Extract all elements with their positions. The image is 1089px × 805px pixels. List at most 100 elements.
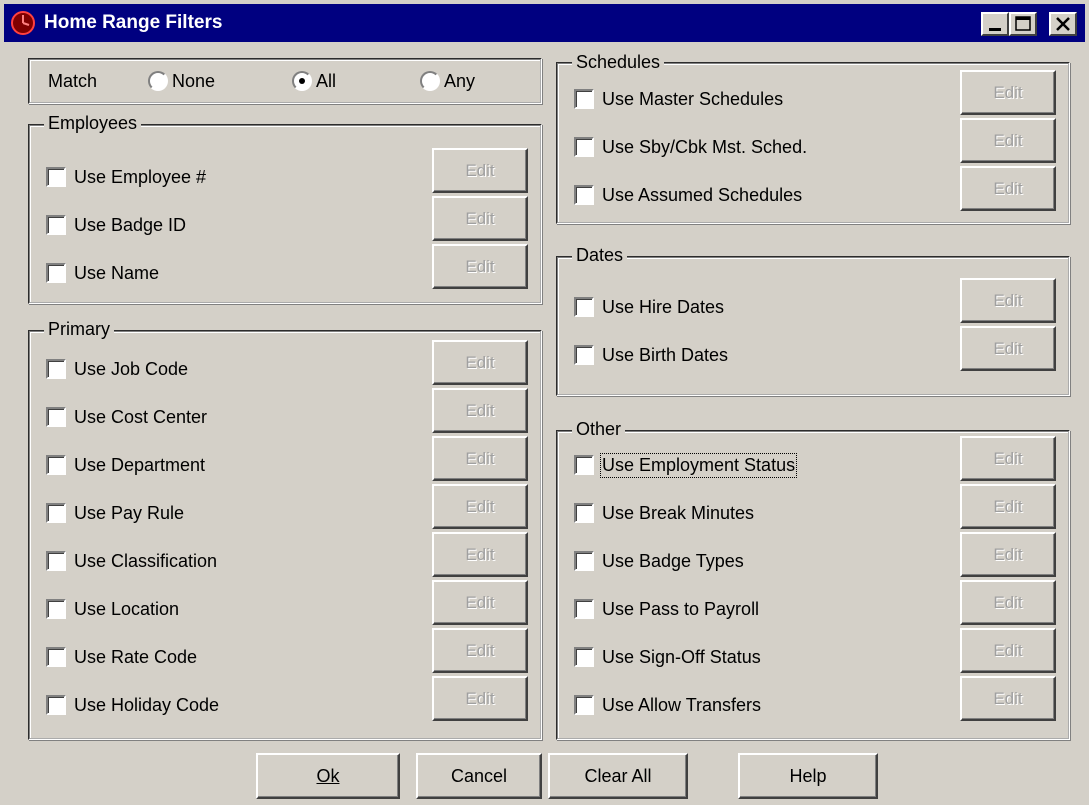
checkbox-box[interactable] — [574, 345, 594, 365]
checkbox-label: Use Pass to Payroll — [602, 598, 760, 619]
schedules-edit-button-0[interactable]: Edit — [960, 70, 1056, 115]
checkbox-box[interactable] — [46, 599, 66, 619]
checkbox-box[interactable] — [46, 215, 66, 235]
schedules-edit-button-1[interactable]: Edit — [960, 118, 1056, 163]
primary-edit-button-0[interactable]: Edit — [432, 340, 528, 385]
help-button-label: Help — [789, 765, 827, 786]
primary-checkbox-4[interactable]: Use Classification — [46, 546, 217, 576]
close-button[interactable] — [1049, 12, 1077, 36]
employees-checkbox-2[interactable]: Use Name — [46, 258, 159, 288]
other-checkbox-0[interactable]: Use Employment Status — [574, 450, 798, 480]
primary-checkbox-5[interactable]: Use Location — [46, 594, 179, 624]
checkbox-box[interactable] — [574, 137, 594, 157]
other-group: Other Use Employment Status Edit Use Break… — [556, 419, 1070, 740]
primary-edit-button-6[interactable]: Edit — [432, 628, 528, 673]
other-edit-button-2[interactable]: Edit — [960, 532, 1056, 577]
checkbox-label: Use Pay Rule — [74, 502, 185, 523]
other-checkbox-2[interactable]: Use Badge Types — [574, 546, 744, 576]
primary-checkbox-1[interactable]: Use Cost Center — [46, 402, 207, 432]
other-edit-button-1[interactable]: Edit — [960, 484, 1056, 529]
primary-edit-button-1[interactable]: Edit — [432, 388, 528, 433]
checkbox-label: Use Allow Transfers — [602, 694, 762, 715]
primary-group-title: Primary — [44, 319, 114, 340]
employees-edit-button-2[interactable]: Edit — [432, 244, 528, 289]
other-checkbox-1[interactable]: Use Break Minutes — [574, 498, 754, 528]
schedules-checkbox-0[interactable]: Use Master Schedules — [574, 84, 783, 114]
checkbox-box[interactable] — [574, 551, 594, 571]
checkbox-box[interactable] — [574, 647, 594, 667]
checkbox-label: Use Name — [74, 262, 160, 283]
checkbox-box[interactable] — [574, 89, 594, 109]
other-group-title: Other — [572, 419, 626, 440]
checkbox-box[interactable] — [574, 297, 594, 317]
clear-all-button-label: Clear All — [584, 765, 652, 786]
other-checkbox-5[interactable]: Use Allow Transfers — [574, 690, 761, 720]
checkbox-box[interactable] — [46, 455, 66, 475]
other-edit-button-4[interactable]: Edit — [960, 628, 1056, 673]
primary-edit-button-2[interactable]: Edit — [432, 436, 528, 481]
employees-group-title: Employees — [44, 113, 142, 134]
checkbox-label: Use Holiday Code — [74, 694, 220, 715]
checkbox-box[interactable] — [574, 455, 594, 475]
checkbox-box[interactable] — [574, 695, 594, 715]
checkbox-label: Use Assumed Schedules — [602, 184, 803, 205]
dates-edit-button-1[interactable]: Edit — [960, 326, 1056, 371]
checkbox-box[interactable] — [574, 185, 594, 205]
cancel-button[interactable]: Cancel — [416, 753, 542, 799]
other-checkbox-3[interactable]: Use Pass to Payroll — [574, 594, 759, 624]
checkbox-box[interactable] — [46, 503, 66, 523]
dates-checkbox-1[interactable]: Use Birth Dates — [574, 340, 728, 370]
match-none-radio[interactable]: None — [148, 66, 215, 96]
ok-button[interactable]: Ok — [256, 753, 400, 799]
checkbox-box[interactable] — [574, 599, 594, 619]
checkbox-box[interactable] — [46, 695, 66, 715]
primary-checkbox-3[interactable]: Use Pay Rule — [46, 498, 184, 528]
primary-checkbox-0[interactable]: Use Job Code — [46, 354, 188, 384]
checkbox-box[interactable] — [46, 551, 66, 571]
primary-edit-button-3[interactable]: Edit — [432, 484, 528, 529]
radio-indicator — [420, 71, 440, 91]
schedules-group-title: Schedules — [572, 52, 665, 73]
close-icon — [1056, 17, 1070, 31]
other-edit-button-0[interactable]: Edit — [960, 436, 1056, 481]
checkbox-box[interactable] — [46, 263, 66, 283]
primary-checkbox-6[interactable]: Use Rate Code — [46, 642, 197, 672]
checkbox-box[interactable] — [46, 167, 66, 187]
primary-edit-button-7[interactable]: Edit — [432, 676, 528, 721]
clear-all-button[interactable]: Clear All — [548, 753, 688, 799]
checkbox-label: Use Sign-Off Status — [602, 646, 761, 667]
schedules-checkbox-2[interactable]: Use Assumed Schedules — [574, 180, 802, 210]
primary-edit-button-5[interactable]: Edit — [432, 580, 528, 625]
match-any-radio[interactable]: Any — [420, 66, 475, 96]
radio-indicator — [148, 71, 168, 91]
other-edit-button-5[interactable]: Edit — [960, 676, 1056, 721]
employees-checkbox-0[interactable]: Use Employee # — [46, 162, 206, 192]
help-button[interactable]: Help — [738, 753, 878, 799]
maximize-button[interactable] — [1009, 12, 1037, 36]
minimize-icon — [989, 28, 1001, 31]
minimize-button[interactable] — [981, 12, 1009, 36]
employees-checkbox-1[interactable]: Use Badge ID — [46, 210, 186, 240]
other-edit-button-3[interactable]: Edit — [960, 580, 1056, 625]
dates-group: Dates Use Hire Dates Edit Use Birth Dates E… — [556, 245, 1070, 396]
schedules-checkbox-1[interactable]: Use Sby/Cbk Mst. Sched. — [574, 132, 807, 162]
employees-edit-button-1[interactable]: Edit — [432, 196, 528, 241]
checkbox-label: Use Department — [74, 454, 206, 475]
checkbox-box[interactable] — [574, 503, 594, 523]
checkbox-label: Use Badge Types — [602, 550, 744, 571]
primary-checkbox-7[interactable]: Use Holiday Code — [46, 690, 219, 720]
checkbox-box[interactable] — [46, 359, 66, 379]
match-all-radio[interactable]: All — [292, 66, 336, 96]
primary-checkbox-2[interactable]: Use Department — [46, 450, 205, 480]
employees-edit-button-0[interactable]: Edit — [432, 148, 528, 193]
checkbox-box[interactable] — [46, 407, 66, 427]
dates-checkbox-0[interactable]: Use Hire Dates — [574, 292, 724, 322]
checkbox-box[interactable] — [46, 647, 66, 667]
checkbox-label: Use Badge ID — [74, 214, 187, 235]
other-checkbox-4[interactable]: Use Sign-Off Status — [574, 642, 761, 672]
dates-group-title: Dates — [572, 245, 628, 266]
schedules-edit-button-2[interactable]: Edit — [960, 166, 1056, 211]
primary-edit-button-4[interactable]: Edit — [432, 532, 528, 577]
dates-edit-button-0[interactable]: Edit — [960, 278, 1056, 323]
checkbox-label: Use Job Code — [74, 358, 189, 379]
